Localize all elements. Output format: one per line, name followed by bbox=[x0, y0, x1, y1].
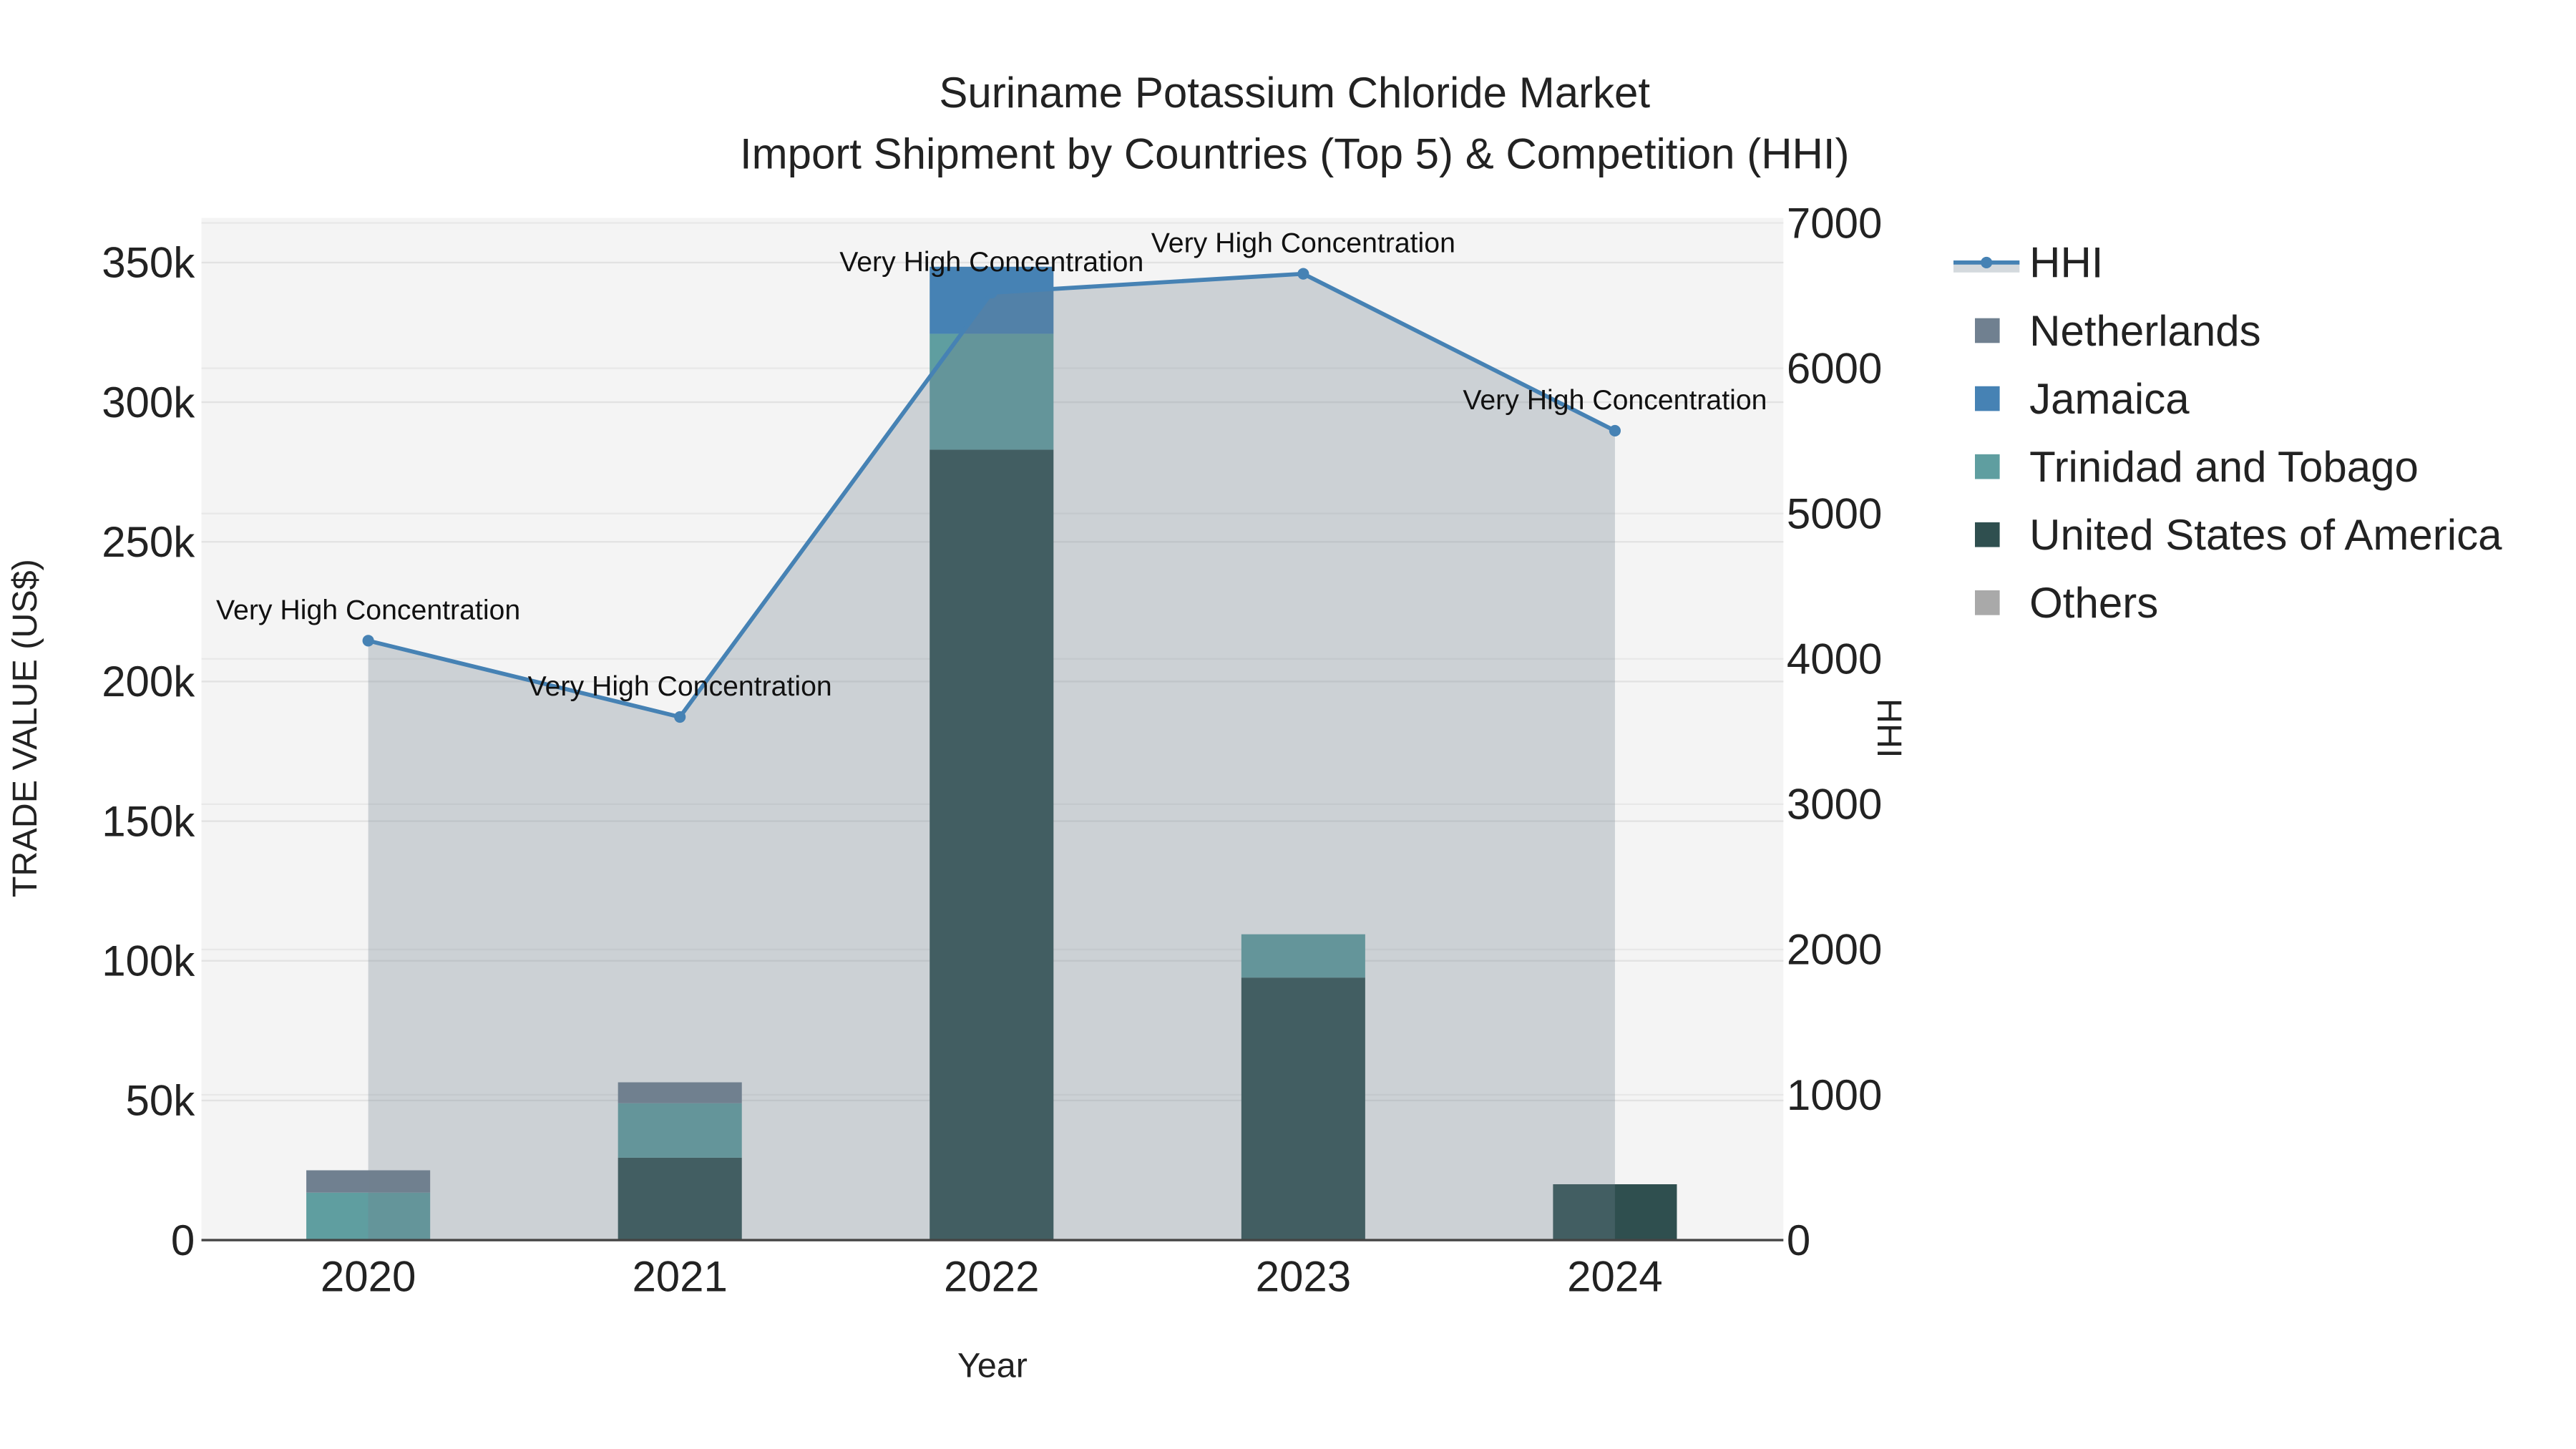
hhi-annotation: Very High Concentration bbox=[839, 246, 1143, 278]
legend-hhi-marker-icon bbox=[1981, 256, 1993, 268]
y-tick-label: 300k bbox=[102, 379, 195, 426]
y-tick-label: 0 bbox=[171, 1216, 195, 1264]
x-tick-label: 2021 bbox=[632, 1253, 727, 1301]
chart: Suriname Potassium Chloride Market Impor… bbox=[6, 69, 2502, 1385]
legend-label: United States of America bbox=[2029, 511, 2502, 559]
y-tick-label: 150k bbox=[102, 797, 195, 845]
y2-tick-label: 6000 bbox=[1787, 344, 1882, 392]
legend-label: Trinidad and Tobago bbox=[2029, 443, 2419, 491]
hhi-annotation: Very High Concentration bbox=[528, 670, 832, 702]
x-tick-label: 2024 bbox=[1567, 1253, 1662, 1301]
legend-label: Others bbox=[2029, 579, 2158, 627]
legend-item-netherlands[interactable]: Netherlands bbox=[1975, 307, 2261, 355]
y2-tick-label: 3000 bbox=[1787, 781, 1882, 829]
legend-item-jamaica[interactable]: Jamaica bbox=[1975, 375, 2190, 423]
y-tick-label: 250k bbox=[102, 518, 195, 566]
x-axis-title: Year bbox=[957, 1347, 1028, 1385]
chart-subtitle: Import Shipment by Countries (Top 5) & C… bbox=[740, 130, 1850, 177]
hhi-point-2020 bbox=[362, 635, 374, 647]
x-tick-label: 2020 bbox=[321, 1253, 416, 1301]
hhi-point-2021 bbox=[674, 711, 686, 723]
y-tick-label: 100k bbox=[102, 937, 195, 985]
y2-tick-label: 0 bbox=[1787, 1216, 1810, 1264]
hhi-point-2023 bbox=[1297, 268, 1309, 280]
legend-swatch-icon bbox=[1975, 454, 2000, 479]
chart-title: Suriname Potassium Chloride Market bbox=[939, 69, 1650, 117]
legend-label: Netherlands bbox=[2029, 307, 2261, 355]
legend-label: Jamaica bbox=[2029, 375, 2190, 423]
hhi-annotation: Very High Concentration bbox=[216, 594, 520, 625]
y2-tick-label: 2000 bbox=[1787, 926, 1882, 974]
y-tick-label: 350k bbox=[102, 239, 195, 287]
legend-item-hhi[interactable]: HHI bbox=[1953, 239, 2103, 287]
hhi-annotation: Very High Concentration bbox=[1463, 384, 1767, 416]
x-tick-label: 2023 bbox=[1256, 1253, 1351, 1301]
hhi-point-2022 bbox=[985, 286, 997, 299]
legend-label: HHI bbox=[2029, 239, 2103, 287]
y-axis-title: TRADE VALUE (US$) bbox=[6, 559, 44, 897]
y-tick-label: 50k bbox=[126, 1077, 196, 1125]
hhi-point-2024 bbox=[1609, 424, 1621, 437]
legend-swatch-icon bbox=[1975, 522, 2000, 547]
y2-tick-label: 4000 bbox=[1787, 635, 1882, 683]
legend-swatch-icon bbox=[1975, 386, 2000, 411]
legend-swatch-icon bbox=[1975, 590, 2000, 615]
legend-item-united-states-of-america[interactable]: United States of America bbox=[1975, 511, 2502, 559]
y-tick-label: 200k bbox=[102, 658, 195, 706]
y2-tick-label: 5000 bbox=[1787, 489, 1882, 537]
y2-axis-title: HHI bbox=[1870, 698, 1908, 758]
legend-item-trinidad-and-tobago[interactable]: Trinidad and Tobago bbox=[1975, 443, 2419, 491]
legend-item-others[interactable]: Others bbox=[1975, 579, 2158, 627]
y2-tick-label: 1000 bbox=[1787, 1071, 1882, 1119]
hhi-annotation: Very High Concentration bbox=[1151, 228, 1455, 259]
legend-swatch-icon bbox=[1975, 318, 2000, 343]
y2-tick-label: 7000 bbox=[1787, 199, 1882, 247]
x-tick-label: 2022 bbox=[944, 1253, 1039, 1301]
